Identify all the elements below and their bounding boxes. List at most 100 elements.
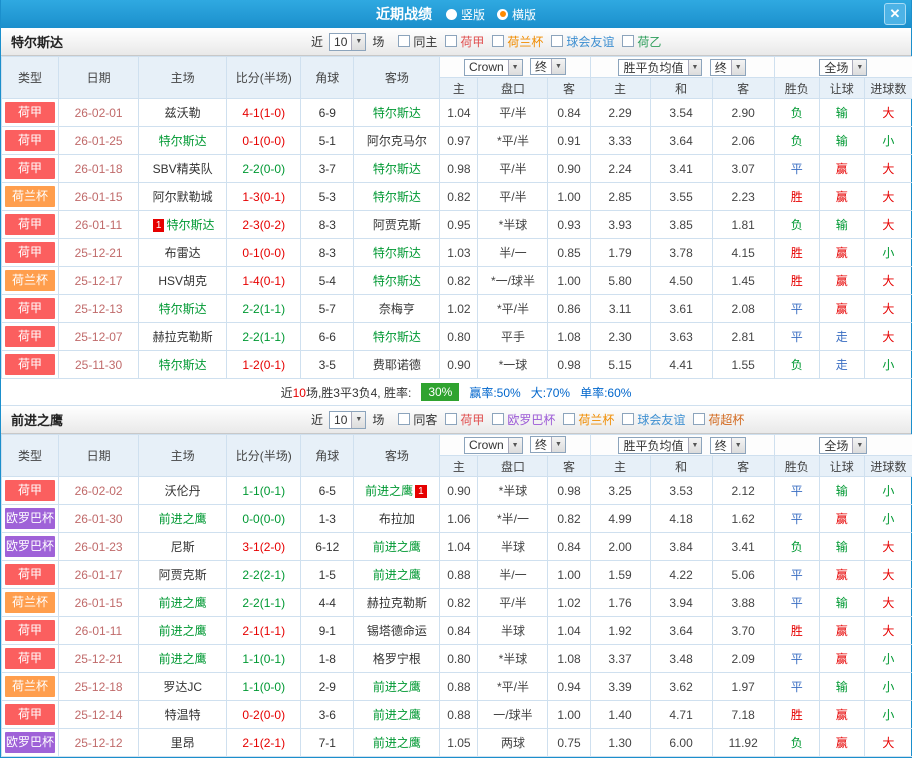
col-result-goals: 进球数	[864, 78, 912, 99]
league-filter-checkbox[interactable]: 同客	[398, 411, 437, 428]
home-team-name: 前进之鹰	[159, 624, 207, 638]
result-winloss-text: 平	[791, 596, 803, 610]
cell-avg-away-odds: 1.45	[712, 267, 774, 295]
cell-result-winloss: 负	[774, 99, 819, 127]
home-team-name: 里昂	[171, 736, 195, 750]
radio-selected-icon	[497, 9, 508, 20]
result-winloss-text: 平	[791, 680, 803, 694]
cell-avg-home-odds: 2.24	[590, 155, 650, 183]
radio-horizontal-label: 横版	[512, 6, 536, 23]
cell-avg-away-odds: 3.70	[712, 617, 774, 645]
score-text: 0-2(0-0)	[242, 708, 285, 722]
result-goals-text: 大	[882, 540, 894, 554]
league-badge: 荷甲	[5, 158, 55, 179]
radio-vertical-layout[interactable]: 竖版	[446, 6, 485, 23]
away-team-name: 特尔斯达	[373, 330, 421, 344]
cell-avg-away-odds: 2.06	[712, 127, 774, 155]
result-goals-text: 大	[882, 190, 894, 204]
cell-result-winloss: 平	[774, 323, 819, 351]
cell-corners: 6-9	[301, 99, 354, 127]
league-filter-checkbox[interactable]: 球会友谊	[551, 33, 614, 50]
league-badge: 荷甲	[5, 130, 55, 151]
checkbox-icon	[492, 413, 504, 425]
col-result-handicap: 让球	[819, 78, 864, 99]
cell-avg-draw-odds: 3.53	[650, 477, 712, 505]
cell-date: 25-11-30	[59, 351, 139, 379]
recent-count-select[interactable]: 10 ▼	[329, 411, 366, 429]
result-handicap-text: 赢	[836, 274, 848, 288]
scope-select[interactable]: 全场▼	[819, 437, 867, 454]
close-icon[interactable]: ✕	[884, 3, 906, 25]
league-filter-checkbox[interactable]: 荷兰杯	[563, 411, 614, 428]
cell-crown-away-odds: 1.08	[548, 323, 590, 351]
cell-result-handicap: 赢	[819, 701, 864, 729]
cell-result-goals: 小	[864, 477, 912, 505]
cell-date: 26-01-17	[59, 561, 139, 589]
league-filter-checkbox[interactable]: 球会友谊	[622, 411, 685, 428]
cell-date: 25-12-12	[59, 729, 139, 757]
cell-crown-away-odds: 1.00	[548, 701, 590, 729]
cell-avg-draw-odds: 3.41	[650, 155, 712, 183]
cell-league: 荷甲	[2, 561, 59, 589]
league-filter-checkbox[interactable]: 荷超杯	[693, 411, 744, 428]
avg-odds-select[interactable]: 胜平负均值▼	[618, 59, 702, 76]
cell-away-team: 特尔斯达	[354, 155, 440, 183]
cell-avg-away-odds: 3.41	[712, 533, 774, 561]
avg-odds-select[interactable]: 胜平负均值▼	[618, 437, 702, 454]
cell-home-team: 1特尔斯达	[139, 211, 227, 239]
radio-horizontal-layout[interactable]: 横版	[497, 6, 536, 23]
cell-result-goals: 小	[864, 351, 912, 379]
league-filter-checkbox[interactable]: 欧罗巴杯	[492, 411, 555, 428]
away-team-name: 特尔斯达	[373, 246, 421, 260]
league-filter-checkbox[interactable]: 荷乙	[622, 33, 661, 50]
cell-crown-away-odds: 0.85	[548, 239, 590, 267]
cell-date: 25-12-14	[59, 701, 139, 729]
cell-away-team: 特尔斯达	[354, 239, 440, 267]
cell-corners: 8-3	[301, 239, 354, 267]
result-handicap-text: 输	[836, 484, 848, 498]
cell-away-team: 前进之鹰	[354, 673, 440, 701]
cell-avg-away-odds: 7.18	[712, 701, 774, 729]
cell-home-team: 兹沃勒	[139, 99, 227, 127]
cell-avg-draw-odds: 3.78	[650, 239, 712, 267]
final-odds-select-2[interactable]: 终▼	[710, 59, 746, 76]
home-team-name: 特尔斯达	[159, 358, 207, 372]
home-team-name: 特温特	[165, 708, 201, 722]
scope-select[interactable]: 全场▼	[819, 59, 867, 76]
home-team-name: SBV精英队	[153, 162, 213, 176]
cell-avg-away-odds: 3.88	[712, 589, 774, 617]
recent-count-select[interactable]: 10 ▼	[329, 33, 366, 51]
league-filter-checkbox[interactable]: 荷甲	[445, 33, 484, 50]
league-filter-checkbox[interactable]: 同主	[398, 33, 437, 50]
cell-home-team: HSV胡克	[139, 267, 227, 295]
cell-avg-home-odds: 2.29	[590, 99, 650, 127]
cell-score: 1-2(0-1)	[227, 351, 301, 379]
col-corners: 角球	[301, 57, 354, 99]
league-filter-checkbox[interactable]: 荷兰杯	[492, 33, 543, 50]
col-odds-away: 客	[548, 78, 590, 99]
match-row: 欧罗巴杯26-01-30前进之鹰0-0(0-0)1-3布拉加1.06*半/一0.…	[2, 505, 912, 533]
cell-avg-away-odds: 2.23	[712, 183, 774, 211]
bookmaker-select[interactable]: Crown▼	[464, 59, 523, 76]
match-row: 荷兰杯26-01-15阿尔默勒城1-3(0-1)5-3特尔斯达0.82平/半1.…	[2, 183, 912, 211]
cell-home-team: 前进之鹰	[139, 589, 227, 617]
cell-result-goals: 小	[864, 673, 912, 701]
handicap-odds-header: Crown▼ 终▼	[440, 435, 590, 456]
cell-avg-home-odds: 3.93	[590, 211, 650, 239]
final-odds-select[interactable]: 终▼	[530, 58, 566, 75]
result-winloss-text: 胜	[791, 246, 803, 260]
final-odds-select[interactable]: 终▼	[530, 436, 566, 453]
bookmaker-select[interactable]: Crown▼	[464, 437, 523, 454]
cell-handicap-line: *平/半	[478, 295, 548, 323]
away-team-name: 费耶诺德	[373, 358, 421, 372]
cell-handicap-line: *半球	[478, 477, 548, 505]
cell-handicap-line: 一/球半	[478, 701, 548, 729]
league-filter-checkbox[interactable]: 荷甲	[445, 411, 484, 428]
league-filter-label: 荷甲	[460, 411, 484, 428]
final-odds-select-2[interactable]: 终▼	[710, 437, 746, 454]
cell-avg-home-odds: 3.39	[590, 673, 650, 701]
away-team-name: 前进之鹰	[365, 484, 413, 498]
cell-score: 1-1(0-0)	[227, 673, 301, 701]
away-team-name: 格罗宁根	[373, 652, 421, 666]
result-handicap-text: 赢	[836, 162, 848, 176]
